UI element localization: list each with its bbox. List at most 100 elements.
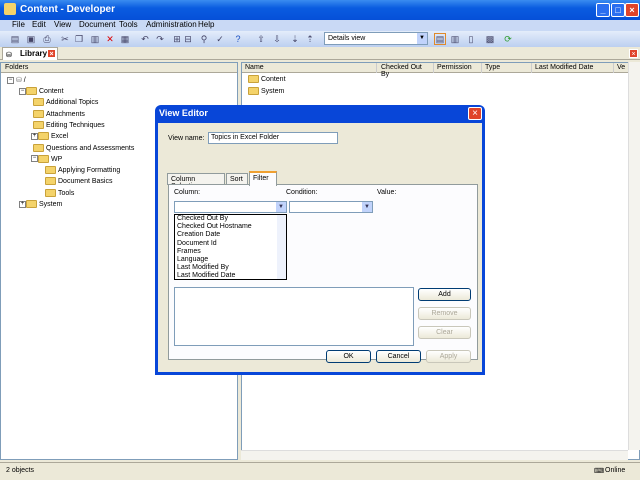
tree-item-label: WP bbox=[51, 155, 63, 163]
list-row[interactable]: System bbox=[248, 87, 284, 95]
close-button[interactable]: × bbox=[625, 3, 639, 17]
expander-icon[interactable]: + bbox=[19, 200, 26, 208]
column-header-permission[interactable]: Permission bbox=[434, 63, 482, 73]
publish-icon[interactable]: ▩ bbox=[485, 34, 495, 44]
tree-item-label: Applying Formatting bbox=[58, 166, 121, 174]
dropdown-option[interactable]: Frames bbox=[175, 248, 286, 256]
delete-icon[interactable]: ✕ bbox=[105, 34, 115, 44]
export-icon[interactable]: ⇡ bbox=[305, 34, 315, 44]
tree-item[interactable]: − Content bbox=[19, 87, 64, 95]
tree-item[interactable]: Additional Topics bbox=[33, 98, 98, 107]
column-header-name[interactable]: Name bbox=[242, 63, 377, 73]
check-out-icon[interactable]: ⇩ bbox=[272, 34, 282, 44]
remove-button[interactable]: Remove bbox=[418, 307, 471, 320]
column-header-type[interactable]: Type bbox=[482, 63, 532, 73]
dialog-close-button[interactable]: × bbox=[468, 107, 482, 120]
tree-item[interactable]: + Excel bbox=[31, 132, 69, 141]
split-vertical-icon[interactable]: ▯ bbox=[466, 34, 476, 44]
cancel-button[interactable]: Cancel bbox=[376, 350, 421, 363]
view-name-input[interactable]: Topics in Excel Folder bbox=[208, 132, 338, 144]
view-select[interactable]: Details view ▼ bbox=[324, 32, 428, 45]
tree-item[interactable]: Attachments bbox=[33, 109, 85, 118]
check-in-icon[interactable]: ⇧ bbox=[256, 34, 266, 44]
menu-administration[interactable]: Administration bbox=[146, 20, 197, 29]
folder-icon bbox=[38, 154, 49, 163]
menu-document[interactable]: Document bbox=[79, 20, 115, 29]
library-icon: ⛁ bbox=[6, 52, 12, 59]
tree-item-label: Content bbox=[39, 87, 64, 95]
horizontal-scrollbar[interactable] bbox=[241, 450, 628, 460]
tree-item[interactable]: Tools bbox=[45, 188, 74, 197]
dropdown-option[interactable]: Last Modified By bbox=[175, 264, 286, 272]
expander-icon[interactable]: − bbox=[19, 87, 26, 95]
vertical-scrollbar[interactable] bbox=[628, 62, 640, 450]
list-row[interactable]: Content bbox=[248, 75, 286, 83]
close-tab-icon[interactable]: × bbox=[47, 49, 56, 58]
ok-button[interactable]: OK bbox=[326, 350, 371, 363]
menu-file[interactable]: File bbox=[12, 20, 25, 29]
split-horizontal-icon[interactable]: ▥ bbox=[450, 34, 460, 44]
expand-icon[interactable]: ⊞ bbox=[172, 34, 182, 44]
dropdown-option[interactable]: Creation Date bbox=[175, 231, 286, 239]
save-icon[interactable]: ▣ bbox=[26, 34, 36, 44]
dropdown-option[interactable]: Language bbox=[175, 256, 286, 264]
column-header-checked-out-by[interactable]: Checked Out By bbox=[378, 63, 434, 78]
redo-icon[interactable]: ↷ bbox=[155, 34, 165, 44]
column-header-last-modified[interactable]: Last Modified Date bbox=[532, 63, 614, 73]
status-bar: 2 objects ⌨ Online bbox=[0, 462, 640, 480]
toolbar: ▤ ▣ ⎙ ✂ ❐ ▥ ✕ ▦ ↶ ↷ ⊞ ⊟ ⚲ ✓ ? ⇧ ⇩ ⇣ ⇡ De… bbox=[0, 31, 640, 47]
refresh-icon[interactable]: ⟳ bbox=[503, 34, 513, 44]
dialog-title: View Editor bbox=[159, 108, 208, 118]
cut-icon[interactable]: ✂ bbox=[60, 34, 70, 44]
tree-item[interactable]: Document Basics bbox=[45, 177, 112, 186]
details-view-icon[interactable]: ▤ bbox=[434, 33, 446, 45]
spellcheck-icon[interactable]: ✓ bbox=[215, 34, 225, 44]
dropdown-option[interactable]: Document Id bbox=[175, 240, 286, 248]
import-icon[interactable]: ⇣ bbox=[290, 34, 300, 44]
maximize-button[interactable]: □ bbox=[611, 3, 625, 17]
open-icon[interactable]: ▤ bbox=[10, 34, 20, 44]
filter-list[interactable] bbox=[174, 287, 414, 346]
tree-item[interactable]: − WP bbox=[31, 154, 63, 163]
copy-icon[interactable]: ❐ bbox=[74, 34, 84, 44]
dropdown-option[interactable]: Checked Out By bbox=[175, 215, 286, 223]
menu-view[interactable]: View bbox=[54, 20, 71, 29]
close-pane-icon[interactable]: × bbox=[629, 49, 638, 58]
folder-icon bbox=[33, 98, 44, 107]
apply-button[interactable]: Apply bbox=[426, 350, 471, 363]
find-icon[interactable]: ⚲ bbox=[199, 34, 209, 44]
row-name: System bbox=[261, 87, 285, 95]
tree-item-label: Excel bbox=[51, 133, 69, 141]
column-select[interactable]: ▼ bbox=[174, 201, 287, 213]
row-name: Content bbox=[261, 75, 286, 83]
folder-icon bbox=[26, 87, 37, 95]
menu-edit[interactable]: Edit bbox=[32, 20, 46, 29]
tree-root[interactable]: − ⛁ / bbox=[7, 76, 26, 84]
folder-icon bbox=[248, 87, 259, 95]
dropdown-option[interactable]: Checked Out Hostname bbox=[175, 223, 286, 231]
add-button[interactable]: Add bbox=[418, 288, 471, 301]
tree-item[interactable]: Questions and Assessments bbox=[33, 143, 134, 152]
collapse-icon[interactable]: ⊟ bbox=[183, 34, 193, 44]
tab-filter[interactable]: Filter bbox=[249, 171, 277, 186]
tree-item[interactable]: Applying Formatting bbox=[45, 166, 121, 175]
help-icon[interactable]: ? bbox=[233, 34, 243, 44]
column-dropdown-list[interactable]: Checked Out By Checked Out Hostname Creati… bbox=[174, 214, 287, 280]
tree-item[interactable]: + System bbox=[19, 200, 62, 208]
expander-icon[interactable]: + bbox=[31, 132, 38, 140]
menu-tools[interactable]: Tools bbox=[119, 20, 138, 29]
minimize-button[interactable]: _ bbox=[596, 3, 610, 17]
dropdown-option[interactable]: Last Modified Date bbox=[175, 272, 286, 280]
dropdown-scrollbar[interactable] bbox=[277, 215, 286, 279]
menu-help[interactable]: Help bbox=[198, 20, 214, 29]
undo-icon[interactable]: ↶ bbox=[140, 34, 150, 44]
clear-button[interactable]: Clear bbox=[418, 326, 471, 339]
expander-icon[interactable]: − bbox=[31, 155, 38, 163]
tab-library[interactable]: ⛁ Library × bbox=[2, 47, 58, 60]
tree-item[interactable]: Editing Techniques bbox=[33, 120, 105, 129]
print-icon[interactable]: ⎙ bbox=[42, 34, 52, 44]
folder-icon bbox=[248, 75, 259, 83]
paste-icon[interactable]: ▥ bbox=[90, 34, 100, 44]
properties-icon[interactable]: ▦ bbox=[120, 34, 130, 44]
condition-select[interactable]: ▼ bbox=[289, 201, 373, 213]
